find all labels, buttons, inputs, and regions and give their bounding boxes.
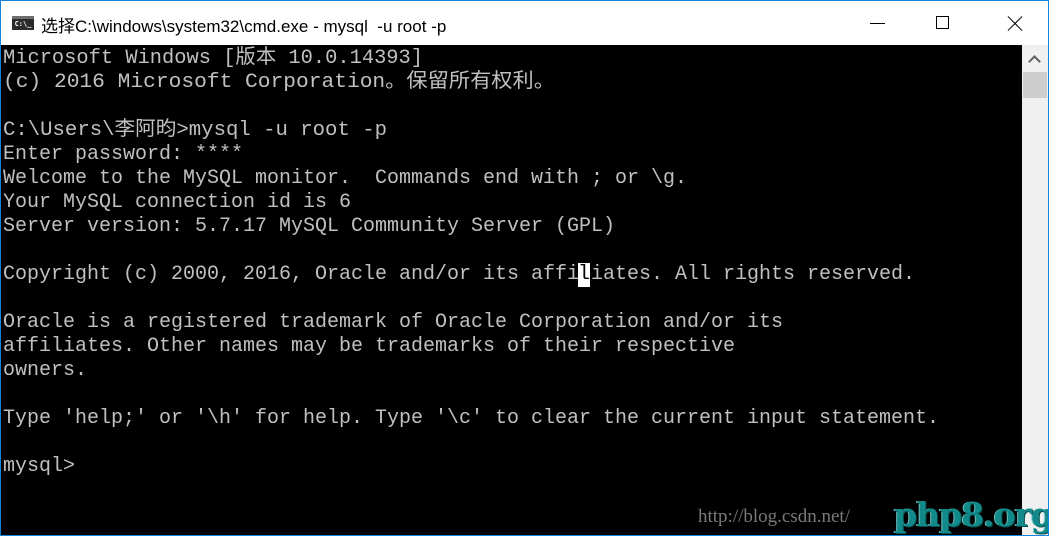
close-button[interactable] bbox=[991, 1, 1037, 45]
minimize-button[interactable] bbox=[854, 1, 900, 45]
console-line: C:\Users\李阿昀>mysql -u root -p bbox=[3, 119, 387, 142]
cmd-app-icon[interactable]: C:\_ bbox=[12, 16, 34, 30]
console-line: Welcome to the MySQL monitor. Commands e… bbox=[3, 167, 687, 190]
maximize-button[interactable] bbox=[919, 1, 965, 45]
watermark-logo: php8.org bbox=[894, 495, 1049, 534]
console-line: Enter password: **** bbox=[3, 143, 243, 166]
console-line: (c) 2016 Microsoft Corporation。保留所有权利。 bbox=[3, 71, 555, 94]
console-line: owners. bbox=[3, 359, 87, 382]
watermark-url: http://blog.csdn.net/ bbox=[698, 506, 850, 527]
cmd-window: C:\_ 选择C:\windows\system32\cmd.exe - mys… bbox=[0, 0, 1049, 536]
console-output[interactable]: Microsoft Windows [版本 10.0.14393] (c) 20… bbox=[1, 45, 1022, 535]
window-title: 选择C:\windows\system32\cmd.exe - mysql -u… bbox=[41, 17, 447, 36]
console-line: Microsoft Windows [版本 10.0.14393] bbox=[3, 47, 424, 70]
console-line: affiliates. Other names may be trademark… bbox=[3, 335, 735, 358]
console-line: Oracle is a registered trademark of Orac… bbox=[3, 311, 783, 334]
vertical-scrollbar[interactable] bbox=[1022, 45, 1048, 535]
scroll-up-arrow-icon[interactable] bbox=[1022, 45, 1048, 71]
console-line: Your MySQL connection id is 6 bbox=[3, 191, 351, 214]
selection-cursor: l bbox=[578, 263, 591, 287]
console-line: Server version: 5.7.17 MySQL Community S… bbox=[3, 215, 615, 238]
console-line: Copyright (c) 2000, 2016, Oracle and/or … bbox=[3, 263, 915, 286]
title-bar[interactable]: C:\_ 选择C:\windows\system32\cmd.exe - mys… bbox=[1, 1, 1048, 45]
console-line: Type 'help;' or '\h' for help. Type '\c'… bbox=[3, 407, 939, 430]
scroll-thumb[interactable] bbox=[1023, 72, 1047, 98]
prompt-line[interactable]: mysql> bbox=[3, 455, 75, 479]
